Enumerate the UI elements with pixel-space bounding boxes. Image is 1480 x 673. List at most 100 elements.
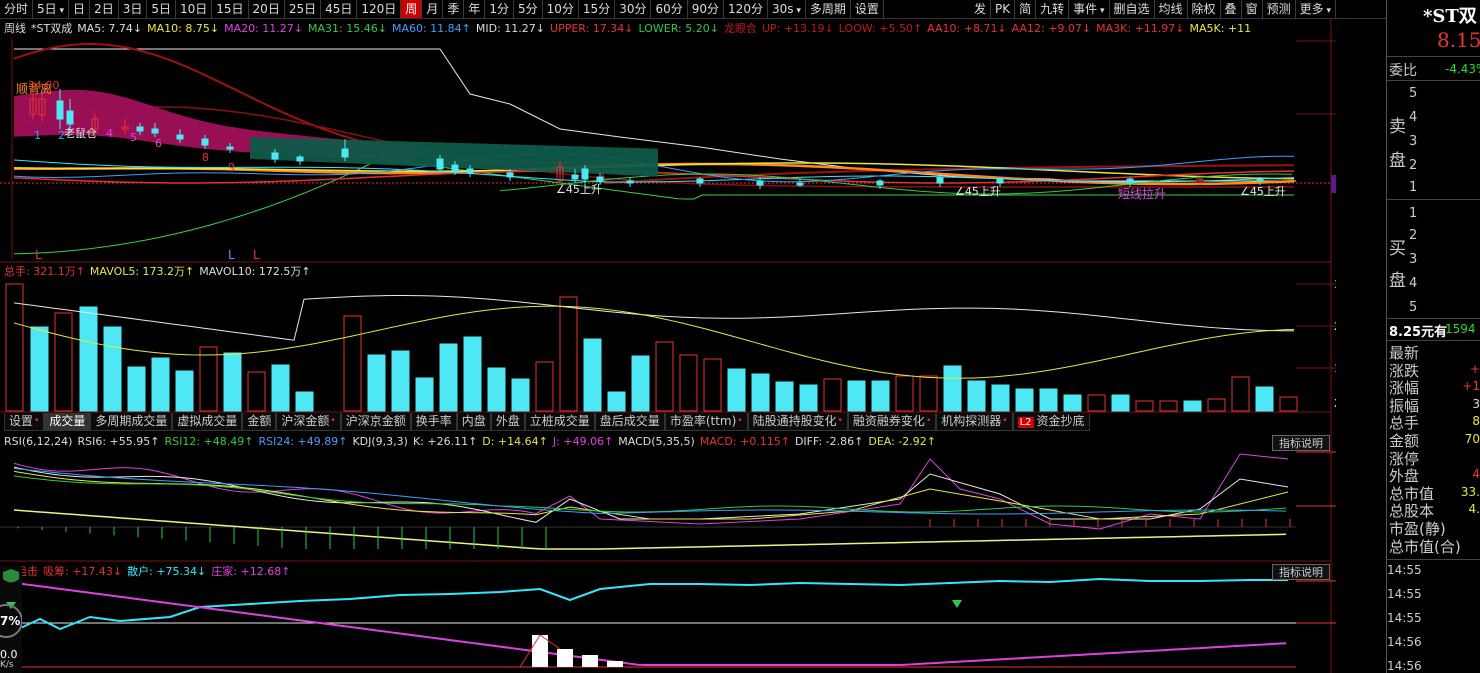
volume-bar <box>391 350 410 412</box>
volume-bar <box>967 380 986 412</box>
toolbar-action-1[interactable]: PK <box>991 0 1016 18</box>
toolbar-action-11[interactable]: 更多 <box>1296 0 1336 18</box>
period-tab-9[interactable]: 25日 <box>285 0 322 18</box>
annotation-cang: 老鼠仓 <box>64 126 97 140</box>
indicator-tab-2[interactable]: 多周期成交量 <box>90 413 173 431</box>
volume-bar <box>919 375 938 412</box>
period-tab-19[interactable]: 15分 <box>579 0 616 18</box>
indicator-tab-3[interactable]: 虚拟成交量 <box>172 413 243 431</box>
period-tab-22[interactable]: 90分 <box>688 0 725 18</box>
period-tab-1[interactable]: 5日 <box>33 0 70 18</box>
indicator-tab-16[interactable]: L2 资金抄底 <box>1012 413 1090 431</box>
volume-bar <box>1255 386 1274 412</box>
indicator-tab-13[interactable]: 陆股通持股变化 <box>747 413 848 431</box>
vol-y-axis-label: 3642 <box>1334 278 1336 291</box>
ind_legend-item: MACD: +0.115↑ <box>699 435 790 448</box>
tab-label: 机构探测器 <box>941 414 1002 428</box>
volume-bar <box>607 391 626 412</box>
volume-bar <box>655 341 674 412</box>
indicator-tab-0[interactable]: 设置 <box>4 413 45 431</box>
annotation-wave-num: 6 <box>155 137 162 150</box>
period-tab-18[interactable]: 10分 <box>543 0 579 18</box>
period-tab-11[interactable]: 120日 <box>357 0 402 18</box>
volume-bar <box>415 377 434 412</box>
toolbar-action-10[interactable]: 预测 <box>1263 0 1296 18</box>
main_legend-item: AA10: +8.71↓ <box>927 22 1007 35</box>
period-tab-4[interactable]: 3日 <box>119 0 148 18</box>
volume-bar <box>1183 400 1202 412</box>
main_legend-item: UP: +13.19↓ <box>761 22 834 35</box>
indicator-tab-8[interactable]: 内盘 <box>456 413 491 431</box>
period-tab-7[interactable]: 15日 <box>212 0 249 18</box>
toolbar-settings-icon[interactable] <box>1336 0 1386 19</box>
period-tab-21[interactable]: 60分 <box>651 0 688 18</box>
period-tab-12[interactable]: 周 <box>401 0 423 18</box>
sell-level: 4 <box>1409 110 1418 125</box>
volume-bar <box>727 368 746 412</box>
indicator-tab-5[interactable]: 沪深金额 <box>276 413 341 431</box>
absorb-bar <box>532 635 548 667</box>
stat-value: + <box>1469 361 1480 376</box>
period-tab-2[interactable]: 日 <box>69 0 91 18</box>
indicator-tab-7[interactable]: 换手率 <box>410 413 457 431</box>
toolbar-action-9[interactable]: 窗 <box>1242 0 1263 18</box>
dealer-line <box>13 581 1287 666</box>
toolbar-action-2[interactable]: 简 <box>1015 0 1037 18</box>
net-speed-widget[interactable]: 7% 0.0 K/s <box>0 566 23 673</box>
volume-bar <box>1231 376 1250 412</box>
volume-legend: 总手: 321.1万↑ MAVOL5: 173.2万↑ MAVOL10: 172.5… <box>4 264 316 280</box>
period-tab-5[interactable]: 5日 <box>147 0 176 18</box>
volume-bar <box>559 296 578 412</box>
period-tab-6[interactable]: 10日 <box>176 0 213 18</box>
indicator-tab-4[interactable]: 金额 <box>242 413 277 431</box>
period-tab-25[interactable]: 多周期 <box>806 0 851 18</box>
period-tab-16[interactable]: 1分 <box>485 0 514 18</box>
indicator-tab-15[interactable]: 机构探测器 <box>936 413 1013 431</box>
period-tab-20[interactable]: 30分 <box>615 0 652 18</box>
period-tab-3[interactable]: 2日 <box>90 0 119 18</box>
volume-bar <box>631 355 650 412</box>
period-tab-14[interactable]: 季 <box>443 0 465 18</box>
period-toolbar: 分时5日日2日3日5日10日15日20日25日45日120日周月季年1分5分10… <box>0 0 1336 19</box>
volume-bar <box>487 367 506 412</box>
main_legend-item: MA5K: +11 <box>1189 22 1252 35</box>
indicator-tab-10[interactable]: 立桩成交量 <box>524 413 595 431</box>
toolbar-action-7[interactable]: 除权 <box>1188 0 1221 18</box>
toolbar-action-8[interactable]: 叠 <box>1221 0 1242 18</box>
indicator-help-button[interactable]: 指标说明 <box>1272 435 1330 451</box>
indicator-tab-11[interactable]: 盘后成交量 <box>594 413 665 431</box>
period-tab-8[interactable]: 20日 <box>249 0 285 18</box>
indicator-tab-12[interactable]: 市盈率(ttm) <box>664 413 748 431</box>
indicator-tab-1[interactable]: 成交量 <box>44 413 91 431</box>
indicator-tab-9[interactable]: 外盘 <box>490 413 525 431</box>
main_legend-item: LOWER: 5.20↓ <box>638 22 719 35</box>
indicator-tab-14[interactable]: 融资融券变化 <box>847 413 937 431</box>
main_legend-item: LOOW: +5.50↑ <box>838 22 923 35</box>
toolbar-action-5[interactable]: 删自选 <box>1110 0 1155 18</box>
period-tab-26[interactable]: 设置 <box>851 0 884 18</box>
period-tab-15[interactable]: 年 <box>464 0 486 18</box>
mavol10-line <box>13 295 1295 341</box>
volume-bar <box>271 364 290 412</box>
period-tab-24[interactable]: 30s <box>768 0 806 18</box>
period-tab-0[interactable]: 分时 <box>0 0 34 18</box>
period-tab-17[interactable]: 5分 <box>514 0 543 18</box>
candle-body <box>581 168 589 180</box>
toolbar-action-0[interactable]: 发 <box>970 0 991 18</box>
main_legend-item: AA12: +9.07↓ <box>1011 22 1092 35</box>
buy-label-bottom: 盘 <box>1389 271 1406 291</box>
snipe-help-button[interactable]: 指标说明 <box>1272 564 1330 580</box>
annotation-rise-2: ∠45上升 <box>955 185 1001 198</box>
annotation-short-rise: 短线拉升 <box>1118 186 1166 201</box>
period-tab-13[interactable]: 月 <box>422 0 444 18</box>
annotation-l-mark: L <box>228 248 235 262</box>
toolbar-action-4[interactable]: 事件 <box>1069 0 1110 18</box>
toolbar-action-6[interactable]: 均线 <box>1155 0 1188 18</box>
main_legend-item: MA60: 11.84↑ <box>391 22 471 35</box>
ind_legend-item: J: +49.06↑ <box>552 435 614 448</box>
ind_legend-item: RSI12: +48.49↑ <box>164 435 254 448</box>
toolbar-action-3[interactable]: 九转 <box>1036 0 1070 18</box>
indicator-tab-6[interactable]: 沪深京金额 <box>340 413 411 431</box>
period-tab-10[interactable]: 45日 <box>321 0 358 18</box>
period-tab-23[interactable]: 120分 <box>724 0 768 18</box>
